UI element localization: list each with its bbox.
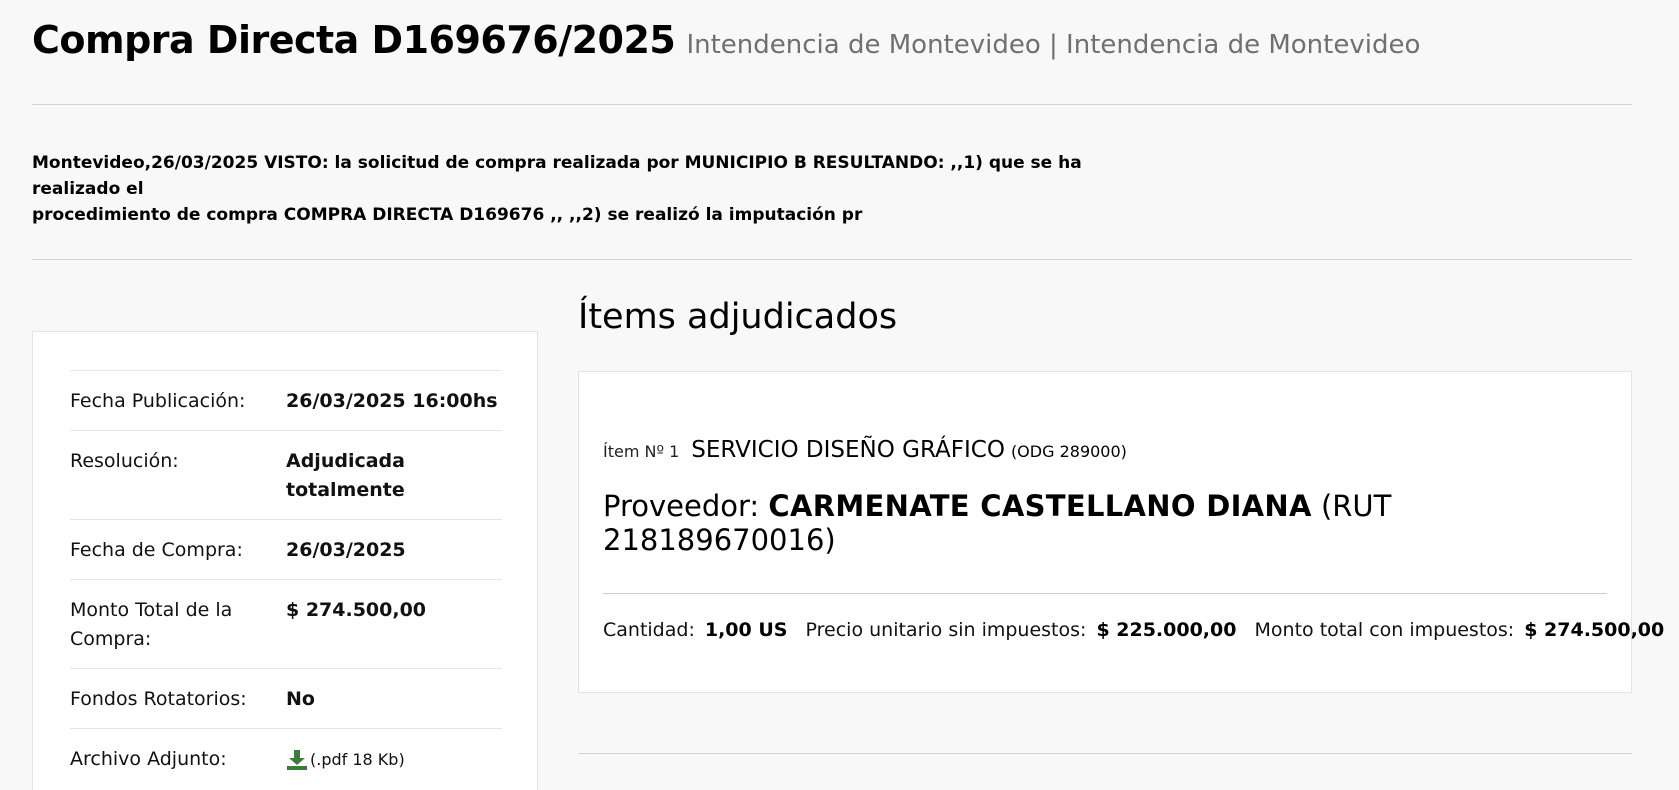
quantity-value: 1,00 US bbox=[704, 619, 788, 641]
info-value: 26/03/2025 bbox=[286, 539, 406, 561]
info-row-monto-total: Monto Total de la Compra: $ 274.500,00 bbox=[70, 579, 502, 668]
info-label: Fondos Rotatorios: bbox=[70, 688, 247, 710]
info-value: 26/03/2025 16:00hs bbox=[286, 390, 498, 412]
info-label: Fecha de Compra: bbox=[70, 539, 243, 561]
provider-label: Proveedor: bbox=[603, 489, 760, 523]
info-label: Resolución: bbox=[70, 450, 179, 472]
page-header: Compra Directa D169676/2025 Intendencia … bbox=[32, 18, 1420, 62]
attachment-size[interactable]: (.pdf 18 Kb) bbox=[310, 745, 405, 774]
page: Compra Directa D169676/2025 Intendencia … bbox=[0, 0, 1679, 790]
summary-line: procedimiento de compra COMPRA DIRECTA D… bbox=[32, 205, 863, 225]
page-subtitle: Intendencia de Montevideo | Intendencia … bbox=[686, 30, 1421, 60]
info-row-resolucion: Resolución: Adjudicada totalmente bbox=[70, 430, 502, 519]
unit-price-label: Precio unitario sin impuestos: bbox=[805, 619, 1087, 641]
page-title: Compra Directa D169676/2025 bbox=[32, 18, 676, 62]
item-heading: Ítem Nº 1 SERVICIO DISEÑO GRÁFICO (ODG 2… bbox=[603, 437, 1127, 463]
info-label: Monto Total de la Compra: bbox=[70, 599, 233, 650]
items-section-title: Ítems adjudicados bbox=[578, 297, 898, 337]
info-value: Adjudicada totalmente bbox=[286, 450, 405, 501]
info-label: Fecha Publicación: bbox=[70, 390, 246, 412]
info-label: Archivo Adjunto: bbox=[70, 748, 227, 770]
awarded-item-card: Ítem Nº 1 SERVICIO DISEÑO GRÁFICO (ODG 2… bbox=[578, 371, 1664, 693]
provider-name: CARMENATE CASTELLANO DIANA bbox=[768, 489, 1312, 523]
item-code: (ODG 289000) bbox=[1010, 442, 1127, 461]
info-row-fecha-compra: Fecha de Compra: 26/03/2025 bbox=[70, 519, 502, 579]
info-row-fondos-rotatorios: Fondos Rotatorios: No bbox=[70, 668, 502, 728]
total-label: Monto total con impuestos: bbox=[1254, 619, 1515, 641]
info-value: $ 274.500,00 bbox=[286, 599, 427, 621]
item-name: SERVICIO DISEÑO GRÁFICO bbox=[691, 437, 1005, 463]
download-icon[interactable] bbox=[286, 749, 308, 771]
attachment-link[interactable]: (.pdf 18 Kb) bbox=[286, 745, 502, 774]
divider bbox=[603, 593, 1607, 594]
divider bbox=[32, 259, 1632, 260]
divider bbox=[32, 104, 1632, 105]
unit-price-value: $ 225.000,00 bbox=[1096, 619, 1237, 641]
divider bbox=[578, 753, 1632, 754]
purchase-info-card: Fecha Publicación: 26/03/2025 16:00hs Re… bbox=[32, 331, 538, 790]
quantity-label: Cantidad: bbox=[603, 619, 695, 641]
purchase-summary: Montevideo,26/03/2025 VISTO: la solicitu… bbox=[32, 150, 1092, 228]
total-value: $ 274.500,00 bbox=[1524, 619, 1665, 641]
info-value: No bbox=[286, 688, 315, 710]
provider: Proveedor: CARMENATE CASTELLANO DIANA (R… bbox=[603, 489, 1503, 557]
item-values: Cantidad: 1,00 US Precio unitario sin imp… bbox=[603, 619, 1676, 641]
info-row-archivo-adjunto: Archivo Adjunto: (.pdf 18 Kb) bbox=[70, 728, 502, 788]
purchase-info-table: Fecha Publicación: 26/03/2025 16:00hs Re… bbox=[70, 370, 502, 788]
info-row-fecha-publicacion: Fecha Publicación: 26/03/2025 16:00hs bbox=[70, 370, 502, 430]
summary-line: Montevideo,26/03/2025 VISTO: la solicitu… bbox=[32, 153, 1082, 199]
item-number: Ítem Nº 1 bbox=[603, 442, 680, 461]
